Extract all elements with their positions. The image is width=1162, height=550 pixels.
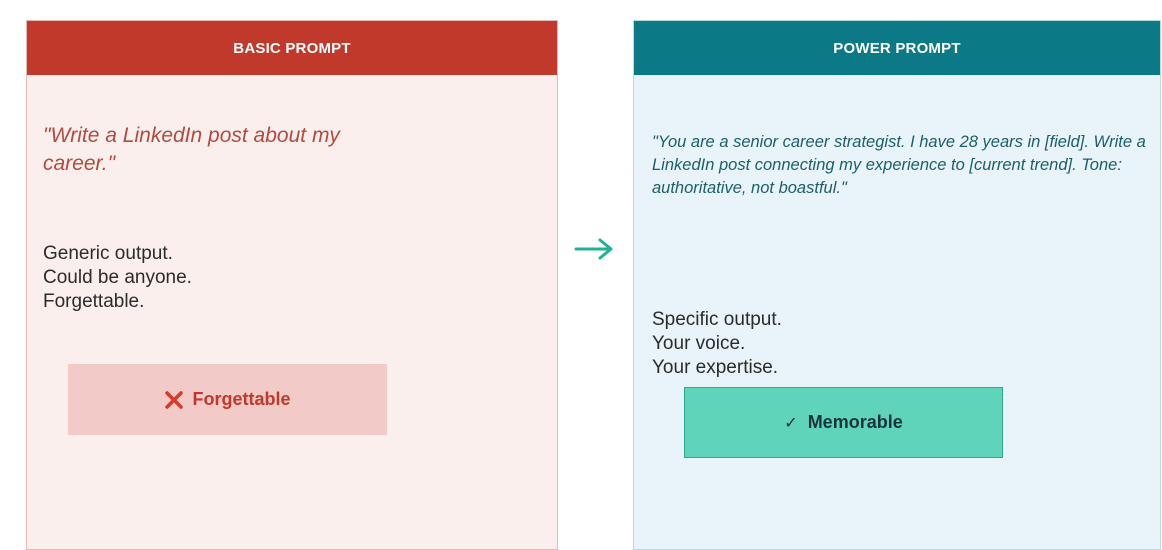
memorable-badge: ✓ Memorable	[684, 387, 1003, 458]
basic-prompt-card: BASIC PROMPT "Write a LinkedIn post abou…	[26, 20, 558, 550]
power-prompt-header: POWER PROMPT	[634, 21, 1160, 75]
power-outcome-list: Specific output. Your voice. Your expert…	[652, 308, 782, 380]
power-outcome-line: Your expertise.	[652, 357, 779, 378]
power-prompt-text: "You are a senior career strategist. I h…	[652, 133, 1146, 197]
basic-outcome-line: Forgettable.	[43, 291, 145, 312]
power-prompt-card: POWER PROMPT "You are a senior career st…	[633, 20, 1161, 550]
check-icon: ✓	[784, 414, 798, 432]
forgettable-badge: Forgettable	[68, 364, 387, 435]
basic-outcome-line: Generic output.	[43, 243, 173, 264]
power-outcome-line: Specific output.	[652, 309, 782, 330]
basic-prompt-header: BASIC PROMPT	[27, 21, 557, 75]
right-arrow-icon	[574, 238, 613, 260]
basic-outcome-list: Generic output. Could be anyone. Forgett…	[43, 242, 192, 314]
x-icon	[165, 390, 184, 409]
power-outcome-line: Your voice.	[652, 333, 746, 354]
basic-outcome-line: Could be anyone.	[43, 267, 192, 288]
basic-prompt-text: "Write a LinkedIn post about my career."	[43, 124, 340, 175]
memorable-label: Memorable	[807, 412, 903, 432]
forgettable-label: Forgettable	[192, 389, 291, 409]
